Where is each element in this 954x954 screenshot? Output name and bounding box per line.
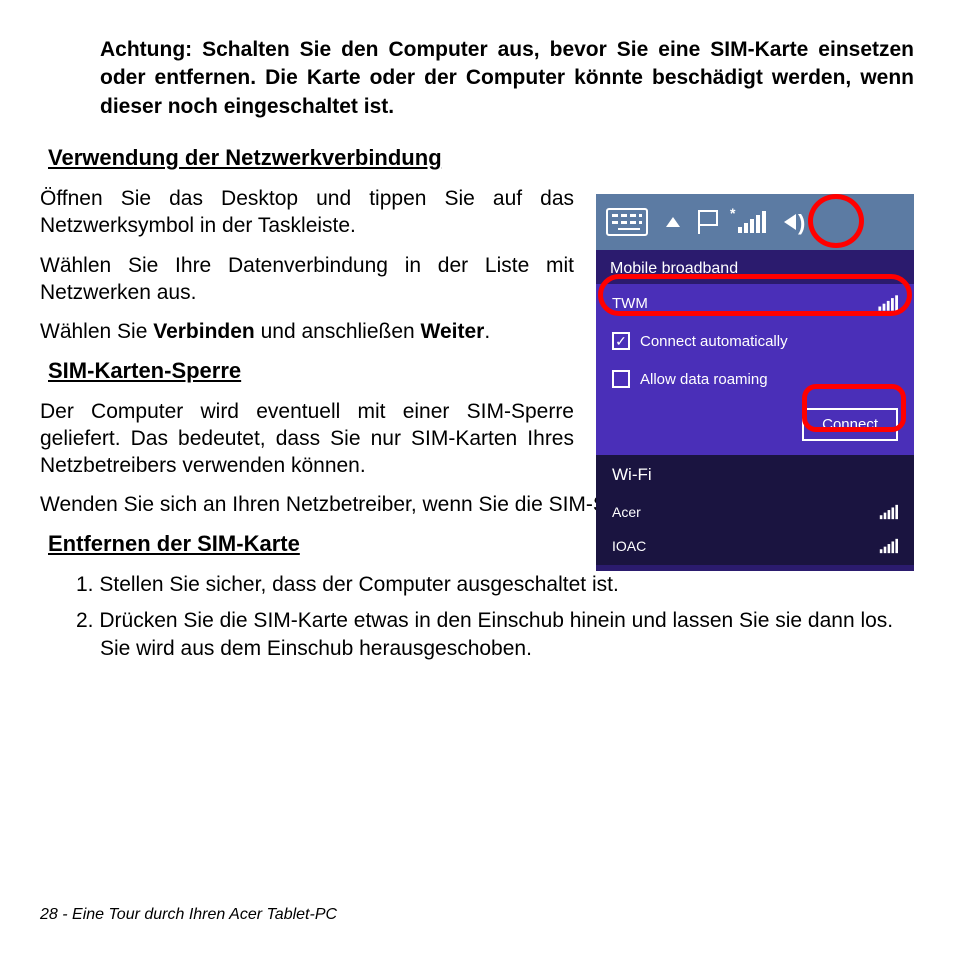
volume-icon[interactable] xyxy=(784,214,796,230)
network-item-twm[interactable]: TWM xyxy=(596,284,914,322)
connect-auto-label: Connect automatically xyxy=(640,333,788,350)
connect-button[interactable]: Connect xyxy=(802,408,898,441)
network-icon[interactable]: * xyxy=(738,211,766,233)
list-number: 2. xyxy=(76,609,99,632)
page-footer: 28 - Eine Tour durch Ihren Acer Tablet-P… xyxy=(40,906,337,924)
network-name-label: TWM xyxy=(612,295,648,312)
text-bold-verbinden: Verbinden xyxy=(153,320,255,343)
signal-icon xyxy=(880,539,898,553)
action-center-icon[interactable] xyxy=(698,210,720,234)
list-item-1: 1. Stellen Sie sicher, dass der Computer… xyxy=(40,571,914,599)
text-fragment: Wählen Sie xyxy=(40,320,153,343)
network-screenshot: * Mobile broadband TWM ✓ Connect automat… xyxy=(596,194,914,571)
text-fragment: . xyxy=(484,320,490,343)
checkbox-icon[interactable] xyxy=(612,370,630,388)
keyboard-icon[interactable] xyxy=(606,208,648,236)
checkbox-icon[interactable]: ✓ xyxy=(612,332,630,350)
network-panel: Mobile broadband TWM ✓ Connect automatic… xyxy=(596,250,914,571)
text-fragment: und anschließen xyxy=(255,320,421,343)
mobile-broadband-header: Mobile broadband xyxy=(596,250,914,284)
wifi-name-label: Acer xyxy=(612,504,641,520)
signal-icon xyxy=(880,505,898,519)
wifi-item-acer[interactable]: Acer xyxy=(612,495,898,529)
taskbar: * xyxy=(596,194,914,250)
allow-roaming-row[interactable]: Allow data roaming xyxy=(596,360,914,398)
list-item-2: 2. Drücken Sie die SIM-Karte etwas in de… xyxy=(40,607,914,664)
wifi-name-label: IOAC xyxy=(612,538,646,554)
list-text: Drücken Sie die SIM-Karte etwas in den E… xyxy=(99,609,893,660)
connect-auto-row[interactable]: ✓ Connect automatically xyxy=(596,322,914,360)
heading-network: Verwendung der Netzwerkverbindung xyxy=(48,145,914,171)
list-text: Stellen Sie sicher, dass der Computer au… xyxy=(99,573,618,596)
signal-icon xyxy=(878,295,898,310)
text-bold-weiter: Weiter xyxy=(421,320,485,343)
wifi-item-ioac[interactable]: IOAC xyxy=(612,529,898,563)
show-hidden-icon[interactable] xyxy=(666,217,680,227)
wifi-header: Wi-Fi xyxy=(612,465,898,485)
wifi-section: Wi-Fi Acer IOAC xyxy=(596,455,914,565)
list-number: 1. xyxy=(76,573,99,596)
warning-text: Achtung: Schalten Sie den Computer aus, … xyxy=(100,36,914,121)
connect-button-row: Connect xyxy=(596,398,914,455)
allow-roaming-label: Allow data roaming xyxy=(640,371,768,388)
ordered-list: 1. Stellen Sie sicher, dass der Computer… xyxy=(40,571,914,664)
